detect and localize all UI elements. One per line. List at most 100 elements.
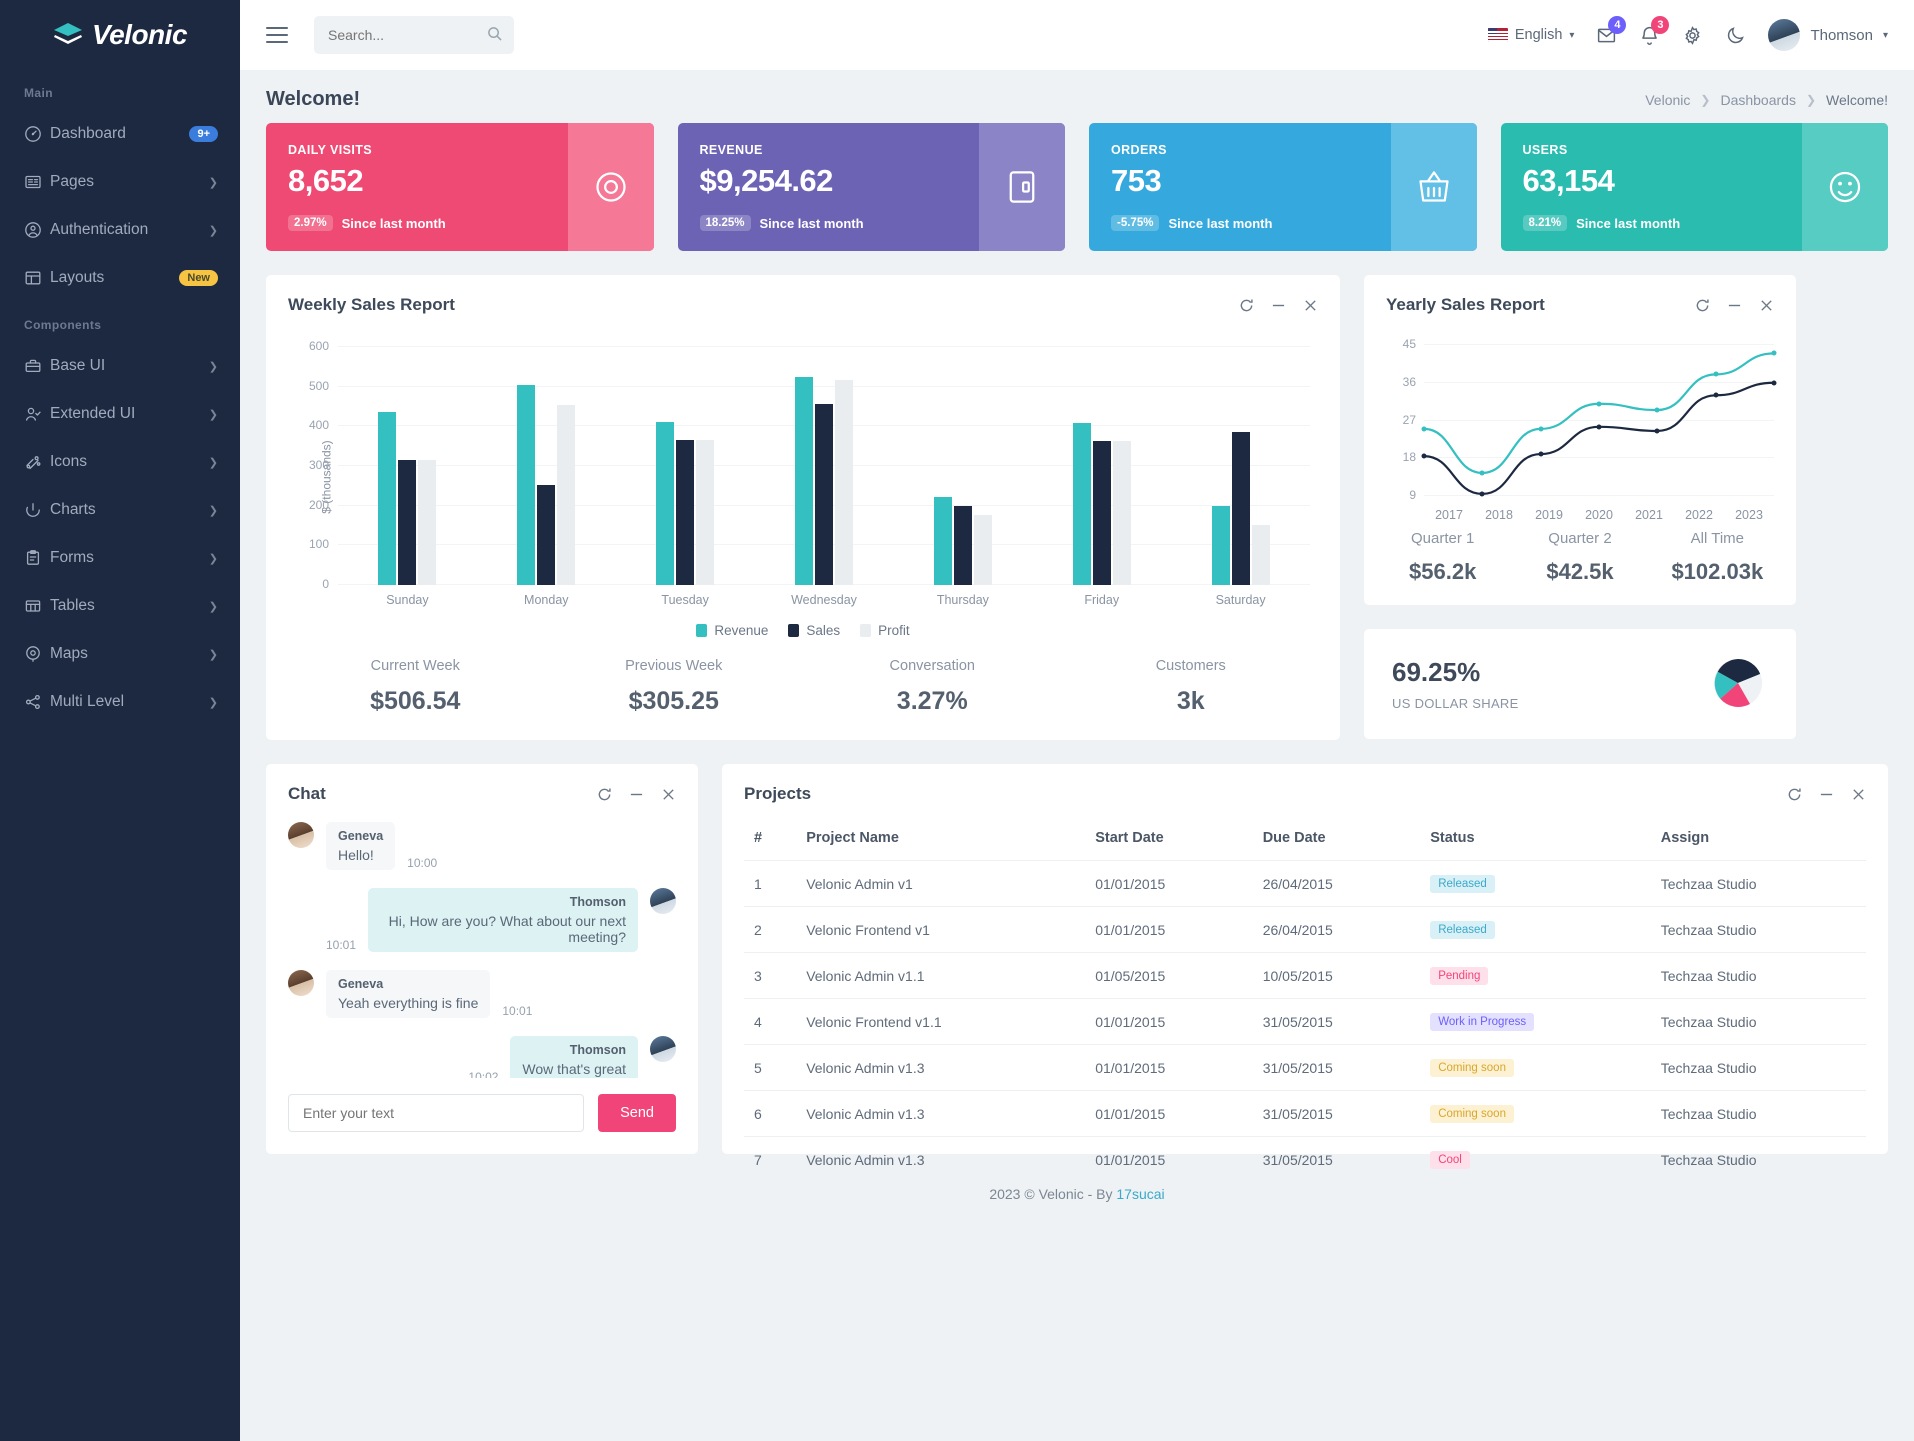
- sidebar-item-base-ui[interactable]: Base UI ❯: [0, 342, 240, 390]
- sidebar-item-authentication[interactable]: Authentication ❯: [0, 206, 240, 254]
- moon-icon[interactable]: [1725, 25, 1746, 46]
- table-row[interactable]: 7 Velonic Admin v1.3 01/01/2015 31/05/2015 C…: [744, 1136, 1866, 1182]
- bar-sales[interactable]: [537, 485, 556, 585]
- table-row[interactable]: 2 Velonic Frontend v1 01/01/2015 26/04/2015…: [744, 906, 1866, 953]
- bar-sales[interactable]: [398, 460, 417, 585]
- data-point[interactable]: [1421, 453, 1427, 459]
- cell-start-date: 01/01/2015: [1085, 860, 1253, 907]
- summary-label: Customers: [1155, 658, 1226, 674]
- bar-profit[interactable]: [1112, 440, 1131, 585]
- bar-profit[interactable]: [835, 379, 853, 585]
- table-row[interactable]: 5 Velonic Admin v1.3 01/01/2015 31/05/2015 C…: [744, 1044, 1866, 1091]
- refresh-icon[interactable]: [1695, 298, 1710, 313]
- refresh-icon[interactable]: [1787, 787, 1802, 802]
- bar-revenue[interactable]: [656, 422, 675, 585]
- data-point[interactable]: [1479, 470, 1485, 476]
- legend-item[interactable]: Sales: [788, 623, 840, 638]
- stat-note: Since last month: [1168, 215, 1273, 231]
- brand-logo-link[interactable]: Velonic: [0, 0, 240, 70]
- sidebar-item-tables[interactable]: Tables ❯: [0, 582, 240, 630]
- bar-profit[interactable]: [1251, 524, 1270, 585]
- data-point[interactable]: [1596, 424, 1602, 430]
- sidebar-item-pages[interactable]: Pages ❯: [0, 158, 240, 206]
- bar-sales[interactable]: [1092, 441, 1111, 585]
- refresh-icon[interactable]: [1239, 298, 1254, 313]
- close-icon[interactable]: [1851, 787, 1866, 802]
- yearly-lines: [1424, 345, 1774, 496]
- data-point[interactable]: [1538, 451, 1544, 457]
- minimize-icon[interactable]: [1727, 298, 1742, 313]
- close-icon[interactable]: [1303, 298, 1318, 313]
- table-row[interactable]: 6 Velonic Admin v1.3 01/01/2015 31/05/2015 C…: [744, 1090, 1866, 1137]
- data-point[interactable]: [1713, 392, 1719, 398]
- bar-sales[interactable]: [953, 506, 972, 585]
- minimize-icon[interactable]: [1271, 298, 1286, 313]
- bar-sales[interactable]: [815, 404, 833, 585]
- sidebar-section-title: Main: [24, 86, 53, 100]
- y-tick-label: 0: [322, 577, 329, 591]
- search-icon[interactable]: [487, 26, 502, 44]
- send-button[interactable]: Send: [598, 1094, 676, 1132]
- sidebar-item-icons[interactable]: Icons ❯: [0, 438, 240, 486]
- stat-card-revenue: REVENUE $9,254.62 18.25% Since last month: [677, 123, 1065, 251]
- bar-sales[interactable]: [1231, 432, 1250, 585]
- minimize-icon[interactable]: [629, 787, 644, 802]
- table-row[interactable]: 4 Velonic Frontend v1.1 01/01/2015 31/05/20…: [744, 998, 1866, 1045]
- close-icon[interactable]: [1759, 298, 1774, 313]
- bar-revenue[interactable]: [517, 385, 536, 585]
- data-point[interactable]: [1654, 428, 1660, 434]
- legend-item[interactable]: Revenue: [696, 623, 768, 638]
- stat-change-badge: -5.75%: [1111, 215, 1160, 231]
- refresh-icon[interactable]: [597, 787, 612, 802]
- cell-assign: Techzaa Studio: [1650, 860, 1866, 907]
- cell-project-name: Velonic Admin v1.3: [796, 1136, 1086, 1182]
- sidebar-item-charts[interactable]: Charts ❯: [0, 486, 240, 534]
- sidebar-item-label: Forms: [50, 549, 94, 566]
- language-selector[interactable]: English ▾: [1487, 27, 1574, 43]
- bar-profit[interactable]: [557, 404, 576, 585]
- bar-revenue[interactable]: [1072, 423, 1091, 585]
- data-point[interactable]: [1421, 426, 1427, 432]
- table-row[interactable]: 3 Velonic Admin v1.1 01/05/2015 10/05/2015 P…: [744, 952, 1866, 999]
- hamburger-icon[interactable]: [266, 22, 288, 48]
- chat-input[interactable]: [288, 1094, 585, 1132]
- sidebar-item-maps[interactable]: Maps ❯: [0, 630, 240, 678]
- data-point[interactable]: [1771, 350, 1777, 356]
- gear-icon[interactable]: [1682, 25, 1703, 46]
- bar-revenue[interactable]: [1211, 505, 1230, 585]
- sidebar-item-layouts[interactable]: Layouts New: [0, 254, 240, 302]
- bar-revenue[interactable]: [933, 496, 952, 585]
- table-row[interactable]: 1 Velonic Admin v1 01/01/2015 26/04/2015 Rel…: [744, 860, 1866, 907]
- stat-footer: -5.75% Since last month: [1111, 215, 1369, 231]
- sidebar-item-dashboard[interactable]: Dashboard 9+: [0, 110, 240, 158]
- data-point[interactable]: [1771, 380, 1777, 386]
- bar-revenue[interactable]: [378, 411, 397, 585]
- footer-link[interactable]: 17sucai: [1116, 1186, 1164, 1202]
- sidebar-item-multi-level[interactable]: Multi Level ❯: [0, 678, 240, 726]
- bar-profit[interactable]: [973, 515, 992, 585]
- user-menu[interactable]: Thomson ▾: [1768, 19, 1888, 51]
- sidebar-item-forms[interactable]: Forms ❯: [0, 534, 240, 582]
- status-badge: Coming soon: [1430, 1105, 1514, 1123]
- chat-text: Wow that's great: [522, 1061, 626, 1077]
- yearly-sales-card: Yearly Sales Report 9 18 27 36 45 2017 2…: [1364, 275, 1796, 605]
- search-box[interactable]: [314, 16, 514, 54]
- data-point[interactable]: [1479, 491, 1485, 497]
- bar-profit[interactable]: [696, 439, 715, 585]
- sidebar-item-extended-ui[interactable]: Extended UI ❯: [0, 390, 240, 438]
- bell-icon[interactable]: 3: [1639, 15, 1670, 46]
- bar-revenue[interactable]: [795, 376, 813, 585]
- mail-icon[interactable]: 4: [1596, 15, 1627, 46]
- data-point[interactable]: [1596, 401, 1602, 407]
- bar-profit[interactable]: [418, 460, 437, 585]
- bar-sales[interactable]: [676, 440, 695, 585]
- data-point[interactable]: [1654, 407, 1660, 413]
- legend-item[interactable]: Profit: [860, 623, 910, 638]
- search-input[interactable]: [328, 27, 500, 43]
- breadcrumb-item[interactable]: Dashboards: [1720, 92, 1796, 108]
- data-point[interactable]: [1538, 426, 1544, 432]
- minimize-icon[interactable]: [1819, 787, 1834, 802]
- data-point[interactable]: [1713, 371, 1719, 377]
- close-icon[interactable]: [661, 787, 676, 802]
- breadcrumb-item[interactable]: Velonic: [1645, 92, 1690, 108]
